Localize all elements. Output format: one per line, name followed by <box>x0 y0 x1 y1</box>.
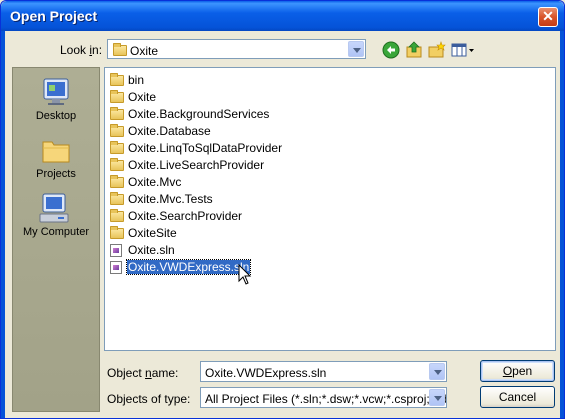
place-label: My Computer <box>22 226 90 238</box>
item-name: Oxite.LiveSearchProvider <box>128 158 265 172</box>
solution-file-icon <box>110 261 122 274</box>
my-computer-icon <box>39 193 69 223</box>
open-button[interactable]: Open <box>480 360 555 382</box>
folder-icon <box>110 158 124 171</box>
window-title: Open Project <box>10 8 98 24</box>
open-project-dialog: Open Project ✕ Look in: Oxite Desktop Pr… <box>0 0 565 419</box>
item-name: Oxite.Mvc.Tests <box>128 192 213 206</box>
close-button[interactable]: ✕ <box>538 7 558 27</box>
folder-icon <box>110 124 124 137</box>
objects-of-type-label: Objects of type: <box>107 392 191 406</box>
object-name-combo[interactable]: Oxite.VWDExpress.sln <box>200 361 447 382</box>
objects-of-type-combo[interactable]: All Project Files (*.sln;*.dsw;*.vcw;*.c… <box>200 387 447 408</box>
solution-file-icon <box>110 244 122 257</box>
back-icon[interactable] <box>382 41 400 59</box>
item-name: Oxite.SearchProvider <box>128 209 243 223</box>
folder-icon <box>110 141 124 154</box>
item-name: Oxite.sln <box>128 243 175 257</box>
title-bar[interactable]: Open Project ✕ <box>1 1 564 31</box>
place-label: Desktop <box>35 110 77 122</box>
item-name: Oxite <box>128 90 157 104</box>
cancel-button[interactable]: Cancel <box>480 386 555 408</box>
object-name-label: Object name: <box>107 366 179 380</box>
item-name: Oxite.Database <box>128 124 211 138</box>
chevron-down-icon[interactable] <box>348 41 364 57</box>
folder-icon <box>110 175 124 188</box>
chevron-down-icon[interactable] <box>429 363 445 380</box>
item-name: Oxite.LinqToSqlDataProvider <box>128 141 283 155</box>
look-in-combo[interactable]: Oxite <box>107 39 366 59</box>
look-in-label: Look in: <box>60 43 103 57</box>
item-name: Oxite.Mvc <box>128 175 182 189</box>
window-frame-right <box>560 31 564 418</box>
mouse-cursor-icon <box>238 264 252 285</box>
window-frame-left <box>1 31 5 418</box>
item-name: Oxite.VWDExpress.sln <box>125 259 252 275</box>
chevron-down-icon[interactable] <box>429 389 445 406</box>
place-my-computer[interactable]: My Computer <box>13 192 99 244</box>
file-list[interactable]: bin Oxite Oxite.BackgroundServices Oxite… <box>104 67 556 351</box>
look-in-value: Oxite <box>130 44 159 58</box>
object-name-input[interactable]: Oxite.VWDExpress.sln <box>205 366 326 380</box>
place-projects[interactable]: Projects <box>13 134 99 186</box>
folder-icon <box>110 209 124 222</box>
folder-icon <box>110 73 124 86</box>
up-folder-icon[interactable] <box>405 41 423 59</box>
projects-folder-icon <box>42 141 70 163</box>
place-label: Projects <box>36 168 76 180</box>
folder-icon <box>110 107 124 120</box>
item-name: bin <box>128 73 145 87</box>
desktop-icon <box>43 78 69 105</box>
new-folder-icon[interactable] <box>428 41 446 59</box>
item-name: Oxite.BackgroundServices <box>128 107 270 121</box>
views-menu-icon[interactable] <box>451 41 475 59</box>
folder-icon <box>110 90 124 103</box>
folder-icon <box>110 192 124 205</box>
close-icon: ✕ <box>542 8 554 24</box>
place-desktop[interactable]: Desktop <box>13 76 99 128</box>
objects-of-type-value: All Project Files (*.sln;*.dsw;*.vcw;*.c… <box>205 392 447 406</box>
folder-icon <box>113 43 127 56</box>
places-bar: Desktop Projects My Computer <box>12 67 100 412</box>
folder-icon <box>110 226 124 239</box>
item-name: OxiteSite <box>128 226 177 240</box>
